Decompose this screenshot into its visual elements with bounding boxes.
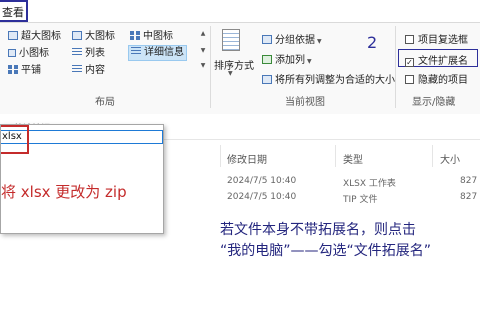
fit-columns-button[interactable]: 将所有列调整为合适的大小 bbox=[262, 71, 395, 86]
layout-details[interactable]: 详细信息 bbox=[128, 45, 187, 61]
table-row[interactable]: 2024/7/5 10:40 XLSX 工作表 827 bbox=[164, 174, 480, 190]
column-divider bbox=[220, 145, 221, 167]
column-header-modified[interactable]: 修改日期 bbox=[227, 151, 267, 166]
annotation-number: 2 bbox=[367, 33, 378, 52]
rename-instruction: 将 xlsx 更改为 zip bbox=[1, 183, 127, 201]
gallery-scroll-up-icon[interactable]: ▲ bbox=[199, 30, 207, 37]
sort-dropdown-icon: ▼ bbox=[228, 70, 233, 77]
large-icons-icon bbox=[72, 31, 82, 40]
file-extensions-option[interactable]: ✓ 文件扩展名 bbox=[405, 52, 468, 67]
layout-content[interactable]: 内容 bbox=[72, 64, 105, 77]
small-icons-icon bbox=[8, 49, 16, 57]
hidden-items-option[interactable]: 隐藏的项目 bbox=[405, 71, 468, 86]
layout-small-icons[interactable]: 小图标 bbox=[8, 47, 49, 60]
content-icon bbox=[72, 65, 82, 74]
gallery-expand-icon[interactable]: ▼ bbox=[199, 62, 207, 69]
layout-large-icons[interactable]: 大图标 bbox=[72, 30, 115, 43]
layout-gallery: 超大图标 大图标 中图标 小图标 列表 详细信息 平铺 内容 bbox=[8, 28, 198, 80]
file-type: XLSX 工作表 bbox=[343, 179, 396, 189]
tab-view[interactable]: 查看 bbox=[0, 0, 28, 22]
layout-medium-icons[interactable]: 中图标 bbox=[130, 30, 173, 43]
item-checkboxes-option[interactable]: 项目复选框 bbox=[405, 31, 468, 46]
chevron-down-icon: ▼ bbox=[317, 38, 322, 45]
rename-popup: xlsx 将 xlsx 更改为 zip bbox=[0, 124, 164, 234]
column-divider bbox=[335, 145, 336, 167]
extension-highlight bbox=[1, 125, 29, 154]
sort-icon bbox=[222, 29, 240, 51]
annotation-note-line1: 若文件本身不带拓展名，则点击 bbox=[220, 222, 416, 238]
column-header-type[interactable]: 类型 bbox=[343, 151, 363, 166]
sort-button[interactable]: 排序方式 bbox=[214, 57, 254, 72]
layout-group-label: 布局 bbox=[95, 97, 115, 108]
chevron-down-icon: ▼ bbox=[307, 58, 312, 65]
add-column-button[interactable]: 添加列 ▼ bbox=[262, 51, 312, 66]
group-by-icon bbox=[262, 35, 272, 44]
layout-list[interactable]: 列表 bbox=[72, 47, 105, 60]
extra-large-icons-icon bbox=[8, 31, 18, 40]
fit-columns-icon bbox=[262, 75, 272, 84]
list-icon bbox=[72, 48, 82, 57]
layout-tiles[interactable]: 平铺 bbox=[8, 64, 41, 77]
group-divider bbox=[210, 26, 211, 108]
current-view-group-label: 当前视图 bbox=[285, 97, 325, 108]
file-type: TIP 文件 bbox=[343, 195, 378, 205]
gallery-scroll-down-icon[interactable]: ▼ bbox=[199, 47, 207, 54]
column-header-size[interactable]: 大小 bbox=[440, 151, 460, 166]
medium-icons-icon bbox=[130, 31, 140, 40]
annotation-note-line2: “我的电脑”——勾选“文件拓展名” bbox=[220, 243, 432, 259]
ribbon: 查看 超大图标 大图标 中图标 小图标 列表 详细信息 平铺 内容 ▲ ▼ ▼ … bbox=[0, 0, 480, 115]
column-divider bbox=[432, 145, 433, 167]
show-hide-group-label: 显示/隐藏 bbox=[412, 97, 456, 108]
hidden-items-checkbox[interactable] bbox=[405, 75, 414, 84]
file-modified: 2024/7/5 10:40 bbox=[227, 176, 297, 186]
tiles-icon bbox=[8, 65, 18, 74]
details-icon bbox=[131, 47, 141, 56]
add-column-icon bbox=[262, 55, 272, 64]
layout-extra-large-icons[interactable]: 超大图标 bbox=[8, 30, 61, 43]
group-divider bbox=[395, 26, 396, 108]
table-row[interactable]: 2024/7/5 10:40 TIP 文件 827 bbox=[164, 190, 480, 206]
file-size: 827 bbox=[460, 176, 478, 186]
file-modified: 2024/7/5 10:40 bbox=[227, 192, 297, 202]
file-extensions-checkbox[interactable]: ✓ bbox=[405, 58, 414, 67]
item-checkboxes-checkbox[interactable] bbox=[405, 35, 414, 44]
group-by-button[interactable]: 分组依据 ▼ bbox=[262, 31, 322, 46]
ribbon-tab-bar: 查看 bbox=[0, 0, 480, 23]
file-size: 827 bbox=[460, 192, 478, 202]
